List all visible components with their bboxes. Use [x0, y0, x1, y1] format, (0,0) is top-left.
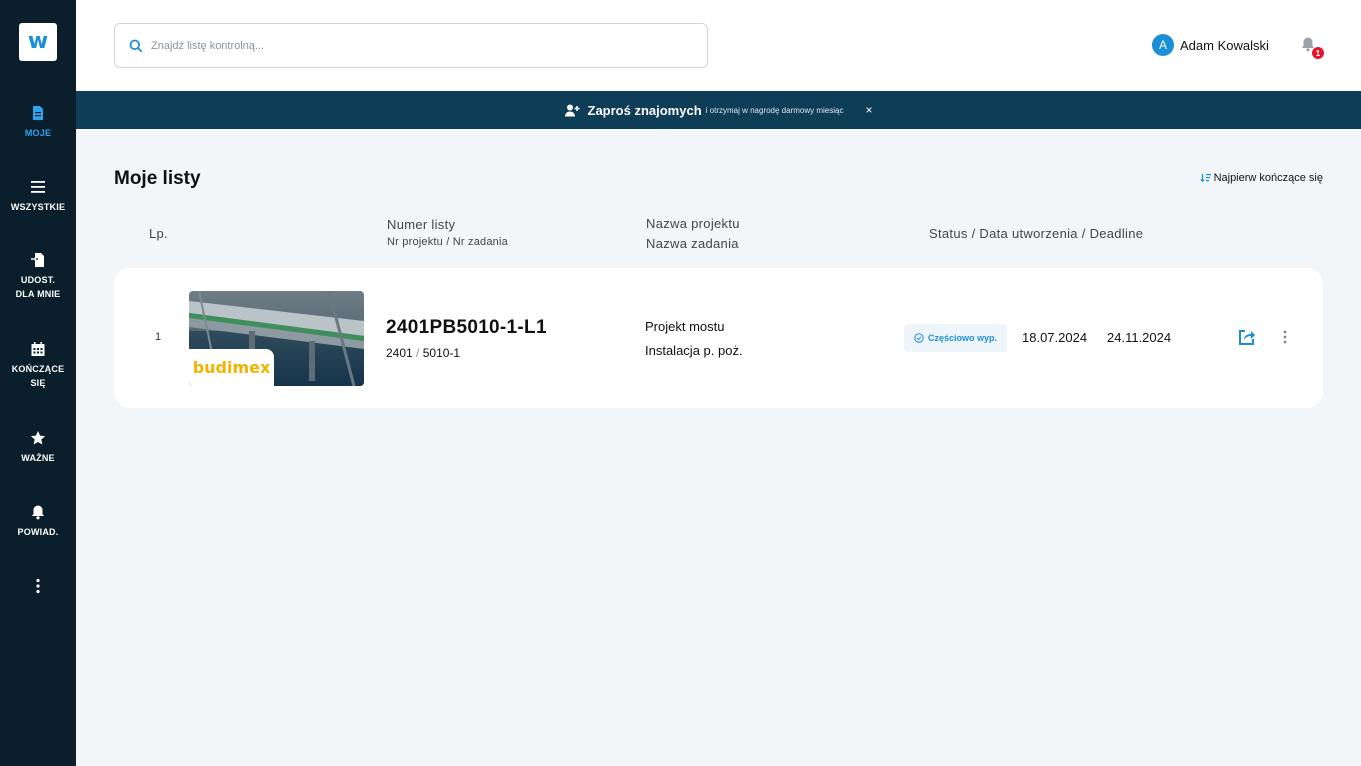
row-more-button[interactable]: [1278, 328, 1292, 346]
calendar-icon: [31, 342, 45, 356]
number-separator: /: [416, 346, 420, 360]
task-name: Instalacja p. poż.: [645, 343, 743, 358]
project-name: Projekt mostu: [645, 319, 725, 334]
list-number: 2401PB5010-1-L1: [386, 317, 547, 338]
task-number: 5010-1: [422, 346, 461, 360]
sidebar-more-button[interactable]: [0, 578, 76, 599]
shared-document-icon: [31, 253, 44, 267]
sidebar-item-udostepnione[interactable]: UDOST. DLA MNIE: [0, 252, 76, 301]
user-menu[interactable]: A Adam Kowalski: [1152, 34, 1269, 56]
sidebar-item-label: POWIAD.: [17, 527, 59, 537]
project-number: 2401: [386, 346, 413, 360]
notification-badge: 1: [1312, 47, 1324, 59]
share-icon: [1239, 330, 1255, 345]
sidebar-item-wazne[interactable]: WAŻNE: [0, 430, 76, 465]
sidebar-item-label: WAŻNE: [21, 453, 55, 463]
sidebar-item-label: MOJE: [24, 128, 52, 138]
row-number: 1: [155, 331, 162, 343]
star-icon: [30, 431, 46, 445]
search-box[interactable]: [114, 23, 708, 68]
column-subheader-project-task-number: Nr projektu / Nr zadania: [387, 236, 508, 248]
user-name: Adam Kowalski: [1180, 37, 1269, 53]
top-header: A Adam Kowalski 1: [76, 0, 1361, 91]
check-circle-icon: [914, 333, 924, 343]
bell-icon: [32, 505, 44, 520]
status-badge: Częściowo wyp.: [904, 324, 1008, 352]
list-icon: [31, 181, 45, 193]
sidebar-item-label: UDOST.: [20, 275, 56, 285]
sidebar: w MOJE WSZYSTKIE UDOST. DLA MNIE KOŃCZĄC…: [0, 0, 76, 766]
deadline-date: 24.11.2024: [1107, 330, 1172, 345]
sort-label: Najpierw kończące się: [1213, 172, 1323, 184]
sidebar-item-moje[interactable]: MOJE: [0, 105, 76, 140]
sidebar-item-label-2: SIĘ: [30, 378, 46, 388]
close-banner-button[interactable]: ×: [865, 103, 872, 117]
sidebar-item-wszystkie[interactable]: WSZYSTKIE: [0, 179, 76, 214]
column-header-lp: Lp.: [149, 226, 168, 241]
sort-icon: [1199, 174, 1211, 183]
more-vertical-icon: [36, 578, 40, 594]
notifications-button[interactable]: 1: [1300, 36, 1324, 60]
sidebar-item-label: KOŃCZĄCE: [11, 364, 65, 374]
company-logo-text: budimex: [192, 358, 271, 377]
status-label: Częściowo wyp.: [928, 333, 998, 343]
logo-letter: w: [27, 29, 49, 54]
created-date: 18.07.2024: [1022, 330, 1088, 345]
app-logo[interactable]: w: [19, 23, 57, 61]
banner-title[interactable]: Zaproś znajomych: [588, 103, 702, 118]
column-header-list-number: Numer listy: [387, 217, 456, 232]
search-input[interactable]: [151, 39, 691, 52]
banner-text: i otrzymaj w nagrodę darmowy miesiąc: [705, 105, 844, 115]
search-icon: [129, 39, 143, 52]
avatar: A: [1152, 34, 1174, 56]
invite-banner: Zaproś znajomych i otrzymaj w nagrodę da…: [76, 91, 1361, 129]
page-title: Moje listy: [114, 168, 201, 189]
column-header-status-dates: Status / Data utworzenia / Deadline: [929, 226, 1144, 241]
document-icon: [33, 106, 43, 120]
sidebar-item-label: WSZYSTKIE: [10, 202, 66, 212]
sidebar-item-konczace[interactable]: KOŃCZĄCE SIĘ: [0, 341, 76, 390]
sidebar-item-label-2: DLA MNIE: [15, 289, 61, 299]
company-logo: budimex: [189, 349, 274, 386]
project-task-number: 2401 / 5010-1: [386, 346, 460, 360]
share-button[interactable]: [1238, 328, 1256, 346]
column-header-task-name: Nazwa zadania: [646, 236, 739, 251]
more-vertical-icon: [1283, 330, 1287, 344]
sidebar-item-powiadomienia[interactable]: POWIAD.: [0, 504, 76, 539]
add-user-icon: [564, 104, 579, 116]
list-row[interactable]: 1 budimex 2401PB5010-1-L1 2401 / 5010-1 …: [114, 268, 1323, 408]
project-thumbnail: budimex: [189, 291, 364, 386]
sort-button[interactable]: Najpierw kończące się: [1199, 172, 1323, 184]
column-header-project-name: Nazwa projektu: [646, 216, 740, 231]
